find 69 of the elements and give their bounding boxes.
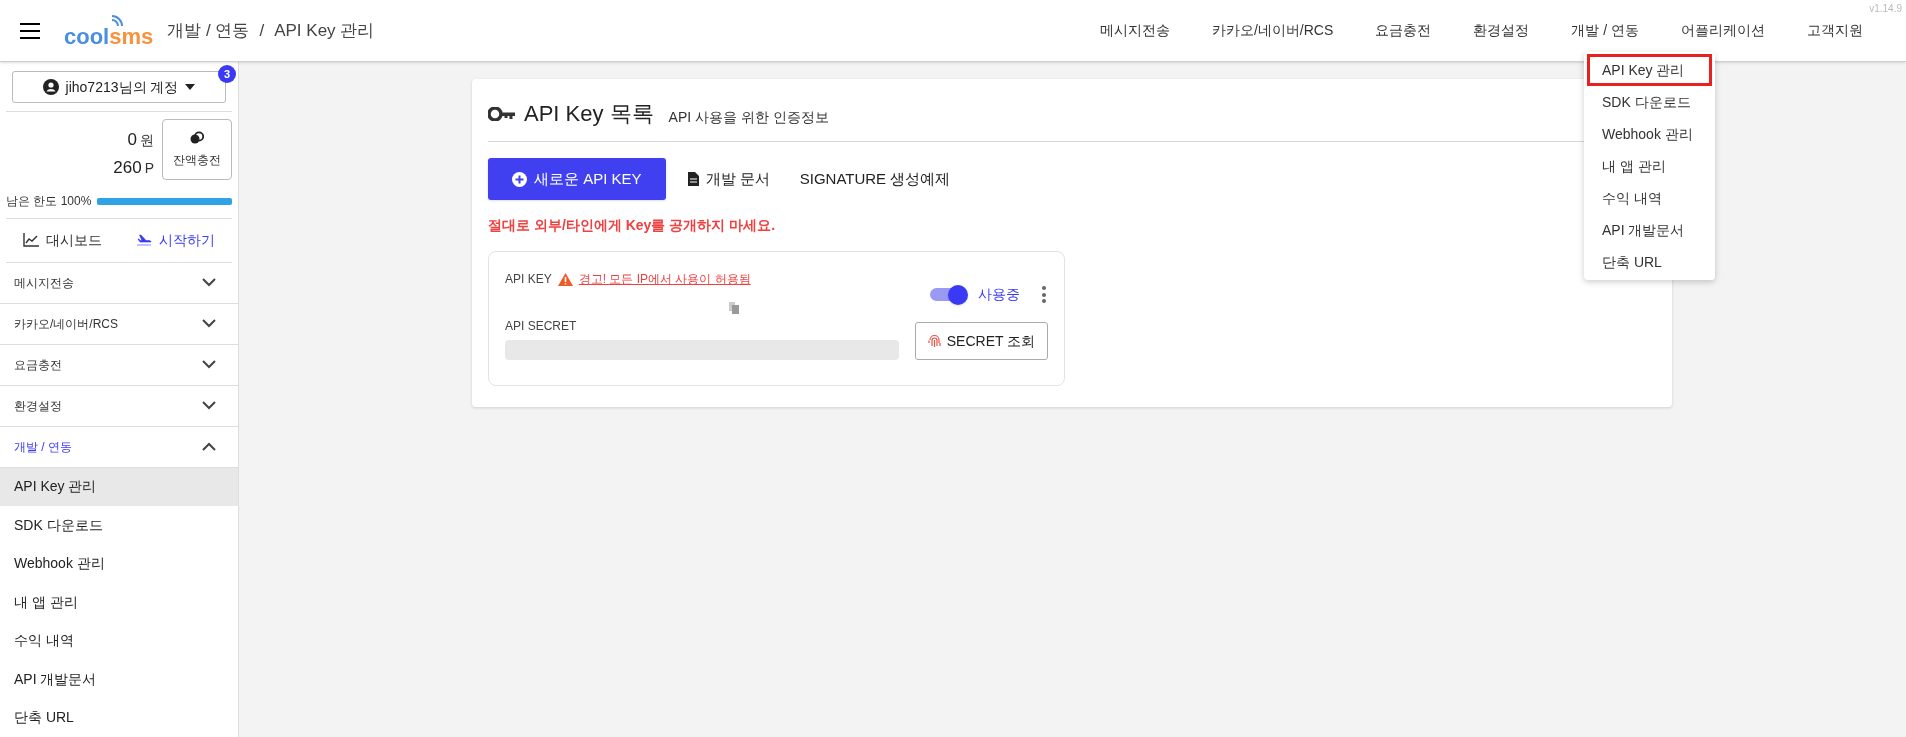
charge-button[interactable]: 잔액충전 [162,119,232,180]
document-icon [687,172,699,186]
chevron-down-icon [202,360,216,369]
nav-link[interactable]: 어플리케이션 [1660,20,1786,41]
sidebar-item[interactable]: API Key 관리 [0,467,238,506]
dropdown-item[interactable]: 단축 URL [1587,246,1712,278]
chevron-up-icon [202,442,216,451]
dropdown-item[interactable]: 내 앱 관리 [1587,150,1712,182]
breadcrumb-item[interactable]: 개발 / 연동 [167,17,250,44]
page-title: API Key 목록 [524,100,654,128]
cash-amount: 0 [127,129,137,151]
key-icon [488,106,516,121]
nav-link[interactable]: 환경설정 [1452,20,1551,41]
fingerprint-icon [927,334,941,348]
sidebar-item[interactable]: 수익 내역 [0,621,238,660]
warning-text: 절대로 외부/타인에게 Key를 공개하지 마세요. [488,216,776,235]
sidebar-section[interactable]: 개발 / 연동 [0,426,238,468]
dropdown-item[interactable]: API 개발문서 [1587,214,1712,246]
nav-link[interactable]: 개발 / 연동 [1550,20,1660,41]
api-secret-label: API SECRET [505,318,578,335]
dashboard-link[interactable]: 대시보드 [6,229,119,251]
sidebar-item[interactable]: API 개발문서 [0,660,238,699]
dropdown-item[interactable]: Webhook 관리 [1587,118,1712,150]
breadcrumb-separator: / [259,19,265,42]
start-link[interactable]: 시작하기 [119,229,232,251]
points-unit: P [144,158,154,178]
sidebar-item[interactable]: 단축 URL [0,698,238,737]
chevron-down-icon [202,319,216,328]
dropdown-item[interactable]: 수익 내역 [1587,182,1712,214]
signature-link[interactable]: SIGNATURE 생성예제 [799,167,951,191]
version-label: v1.14.9 [1869,2,1902,16]
coins-icon [190,130,204,145]
breadcrumb-item: API Key 관리 [274,19,375,42]
points-amount: 260 [113,156,142,179]
limit-label: 남은 한도 100% [6,193,92,210]
sidebar-section[interactable]: 카카오/네이버/RCS [0,303,238,345]
more-icon[interactable] [1040,286,1048,303]
user-icon [42,79,59,95]
cash-unit: 원 [140,131,154,150]
page-subtitle: API 사용을 위한 인증정보 [668,108,829,127]
sidebar-section[interactable]: 메시지전송 [0,262,238,304]
status-label: 사용중 [978,285,1020,304]
chevron-down-icon [202,401,216,410]
sidebar-item[interactable]: SDK 다운로드 [0,506,238,545]
sidebar-section[interactable]: 환경설정 [0,385,238,427]
sidebar-section[interactable]: 요금충전 [0,344,238,386]
sidebar-item[interactable]: Webhook 관리 [0,544,238,583]
warning-icon [557,272,573,286]
docs-link[interactable]: 개발 문서 [687,167,770,191]
menu-icon[interactable] [20,22,40,39]
notification-badge: 3 [218,65,236,83]
line-chart-icon [23,233,39,248]
copy-icon[interactable] [729,302,739,314]
sidebar-item[interactable]: 내 앱 관리 [0,583,238,622]
nav-link[interactable]: 고객지원 [1786,20,1884,41]
api-key-label: API KEY [505,271,552,288]
nav-link[interactable]: 요금충전 [1354,20,1453,41]
nav-link[interactable]: 카카오/네이버/RCS [1191,20,1355,41]
airplane-icon [136,233,152,248]
plus-circle-icon [512,171,527,187]
secret-view-button[interactable]: SECRET 조회 [915,322,1048,360]
dropdown-item[interactable]: API Key 관리 [1587,54,1712,86]
caret-icon [185,84,196,90]
chevron-down-icon [202,278,216,287]
nav-link[interactable]: 메시지전송 [1079,20,1191,41]
new-api-key-button[interactable]: 새로운 API KEY [488,158,666,200]
toggle-switch[interactable] [930,284,968,305]
ip-warning-link[interactable]: 경고! 모든 IP에서 사용이 허용됨 [578,270,751,288]
dropdown-item[interactable]: SDK 다운로드 [1587,86,1712,118]
